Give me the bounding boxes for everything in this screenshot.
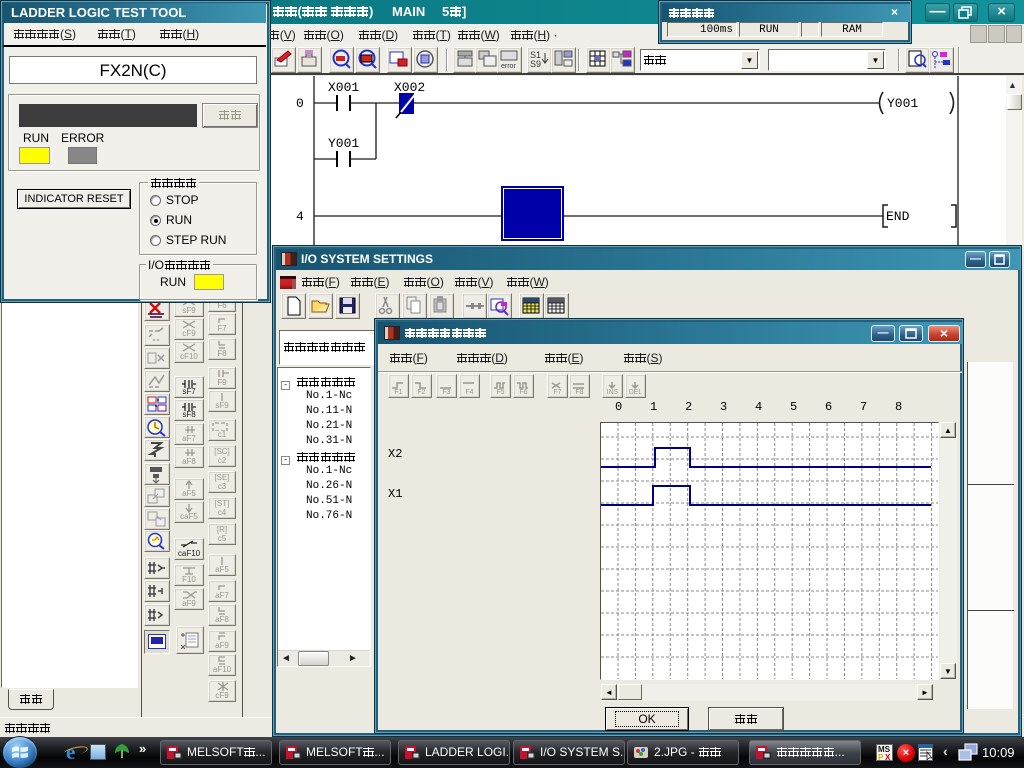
svg-text:error: error bbox=[501, 63, 516, 70]
svg-text:S9: S9 bbox=[530, 59, 541, 69]
